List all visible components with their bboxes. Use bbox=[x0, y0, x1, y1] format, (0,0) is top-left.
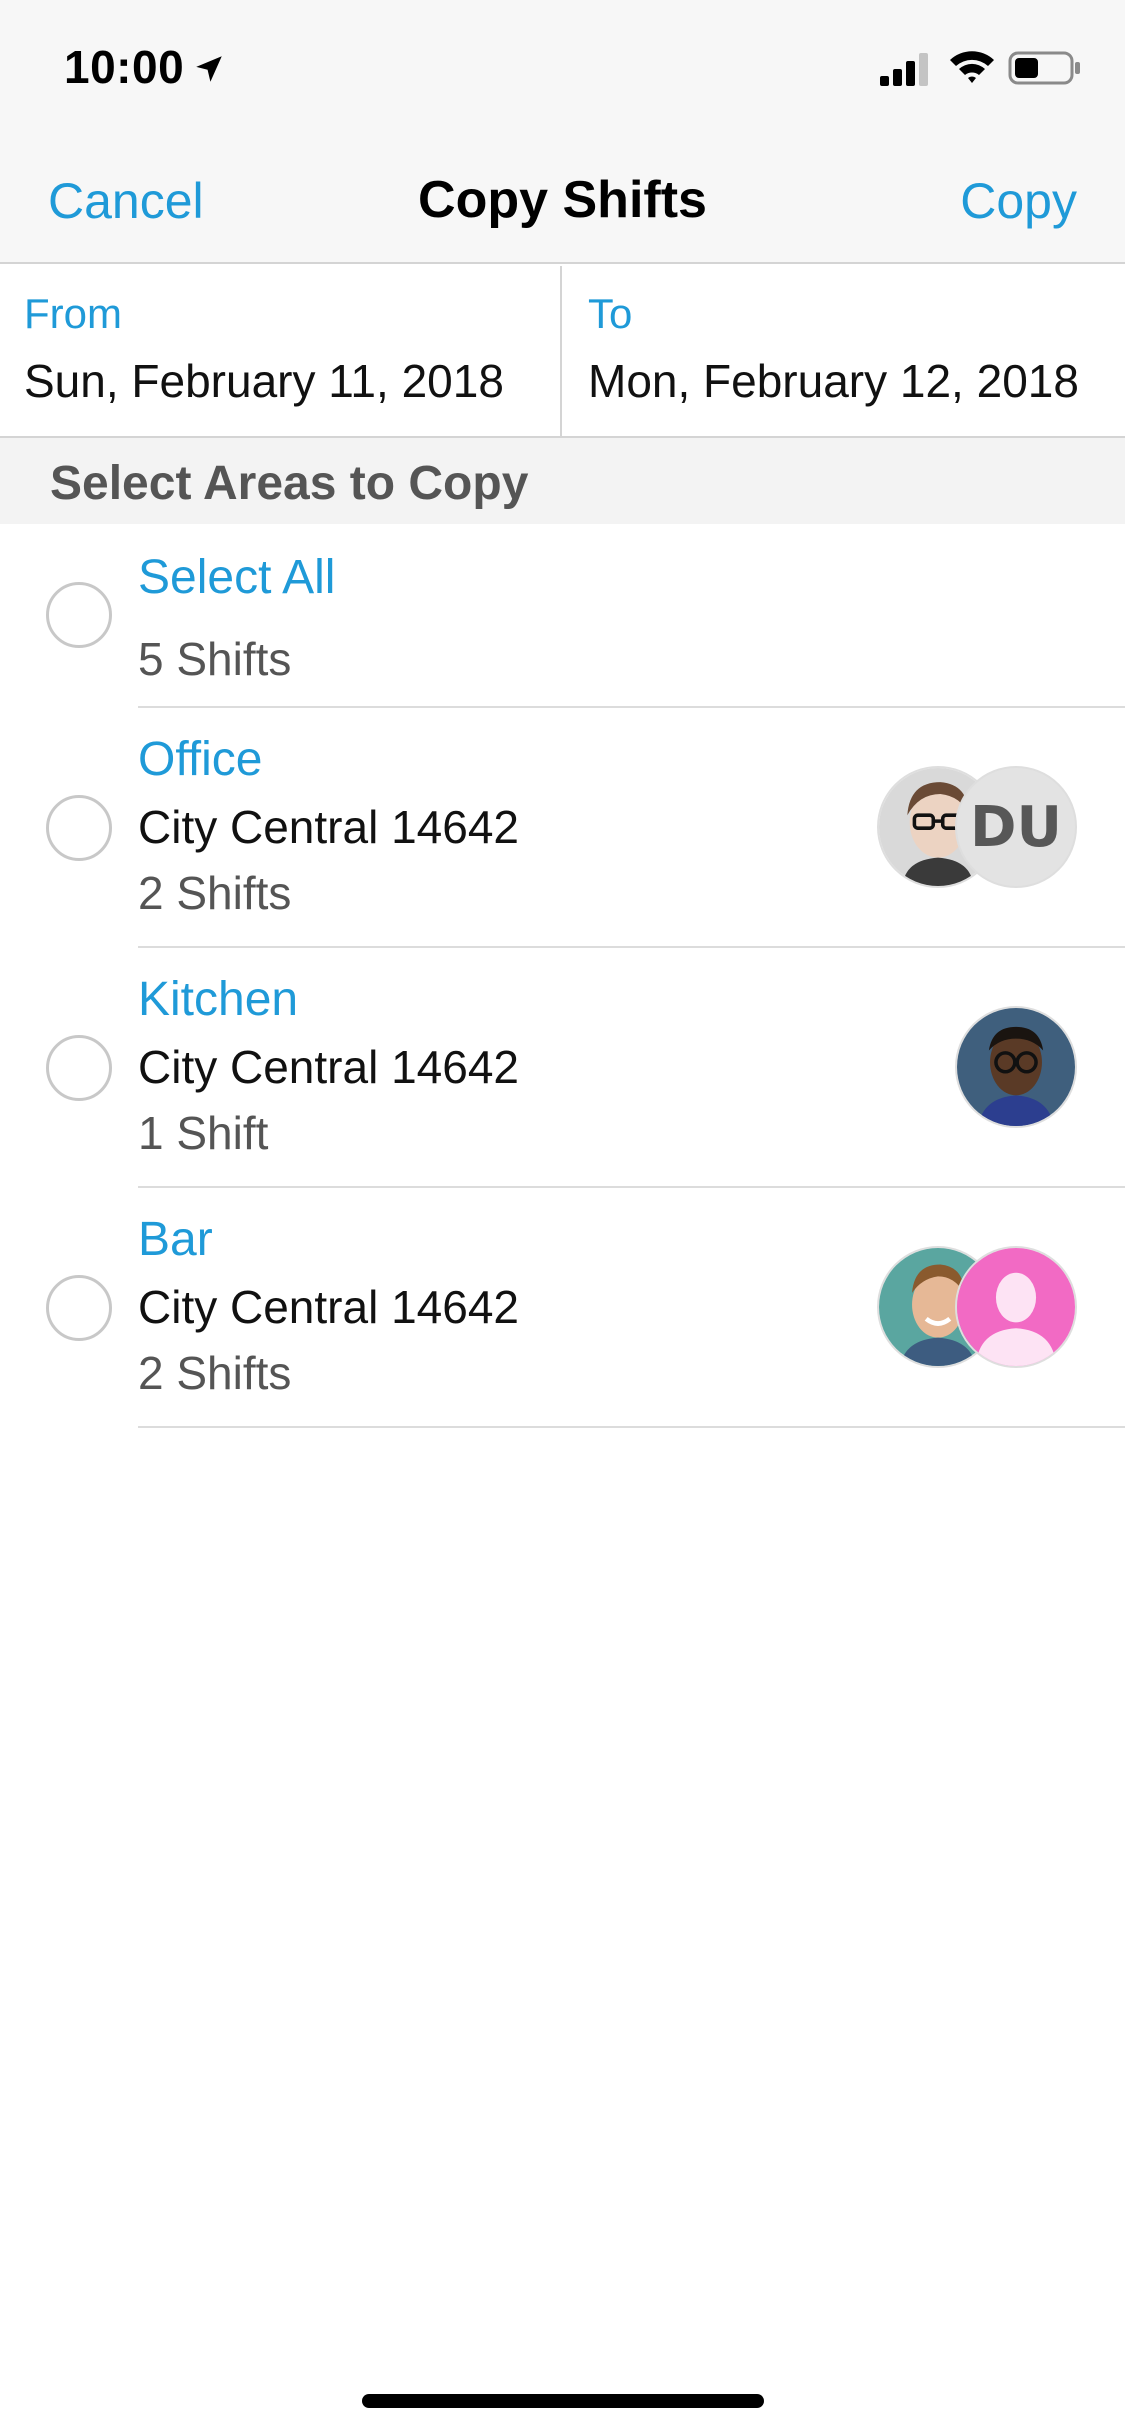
from-label: From bbox=[24, 290, 122, 337]
select-all-radio[interactable] bbox=[46, 582, 112, 648]
area-shift-count: 1 Shift bbox=[138, 1107, 269, 1159]
area-row-kitchen[interactable]: Kitchen City Central 14642 1 Shift bbox=[0, 948, 1125, 1188]
avatar-man-glasses bbox=[955, 1006, 1077, 1128]
area-name: Kitchen bbox=[138, 973, 299, 1026]
to-label: To bbox=[588, 290, 633, 337]
office-radio[interactable] bbox=[46, 795, 112, 861]
section-title: Select Areas to Copy bbox=[50, 457, 529, 510]
avatar-stack: DU bbox=[877, 766, 1077, 888]
avatar-initials-text: DU bbox=[970, 794, 1062, 860]
avatar-initials: DU bbox=[955, 766, 1077, 888]
area-row-bar[interactable]: Bar City Central 14642 2 Shifts bbox=[0, 1188, 1125, 1428]
avatar-placeholder-pink bbox=[955, 1246, 1077, 1368]
cellular-signal-icon bbox=[880, 53, 928, 86]
from-date-value: Sun, February 11, 2018 bbox=[24, 355, 504, 407]
area-shift-count: 2 Shifts bbox=[138, 867, 292, 919]
copy-button[interactable]: Copy bbox=[960, 172, 1077, 230]
area-name: Office bbox=[138, 733, 263, 786]
divider bbox=[138, 1426, 1125, 1428]
from-date-field[interactable]: From Sun, February 11, 2018 bbox=[0, 266, 562, 436]
area-name: Bar bbox=[138, 1213, 213, 1266]
battery-icon bbox=[1008, 51, 1080, 85]
to-date-value: Mon, February 12, 2018 bbox=[588, 355, 1079, 407]
date-range: From Sun, February 11, 2018 To Mon, Febr… bbox=[0, 266, 1125, 438]
location-arrow-icon bbox=[196, 56, 222, 82]
area-row-office[interactable]: Office City Central 14642 2 Shifts DU bbox=[0, 708, 1125, 948]
home-indicator bbox=[362, 2394, 764, 2408]
navigation-bar: Cancel Copy Shifts Copy bbox=[0, 132, 1125, 264]
area-location: City Central 14642 bbox=[138, 1041, 519, 1093]
area-list: Select All 5 Shifts Office City Central … bbox=[0, 524, 1125, 1428]
status-bar: 10:00 bbox=[0, 0, 1125, 132]
area-shift-count: 2 Shifts bbox=[138, 1347, 292, 1399]
cancel-button[interactable]: Cancel bbox=[48, 172, 204, 230]
avatar-stack bbox=[877, 1246, 1077, 1368]
area-location: City Central 14642 bbox=[138, 1281, 519, 1333]
select-all-label: Select All bbox=[138, 551, 336, 604]
wifi-icon bbox=[950, 51, 994, 83]
select-all-row[interactable]: Select All 5 Shifts bbox=[0, 524, 1125, 708]
to-date-field[interactable]: To Mon, February 12, 2018 bbox=[564, 266, 1125, 436]
select-all-count: 5 Shifts bbox=[138, 633, 292, 685]
bar-radio[interactable] bbox=[46, 1275, 112, 1341]
kitchen-radio[interactable] bbox=[46, 1035, 112, 1101]
area-location: City Central 14642 bbox=[138, 801, 519, 853]
status-time: 10:00 bbox=[64, 41, 185, 93]
section-header: Select Areas to Copy bbox=[0, 438, 1125, 524]
avatar-stack bbox=[955, 1006, 1077, 1128]
